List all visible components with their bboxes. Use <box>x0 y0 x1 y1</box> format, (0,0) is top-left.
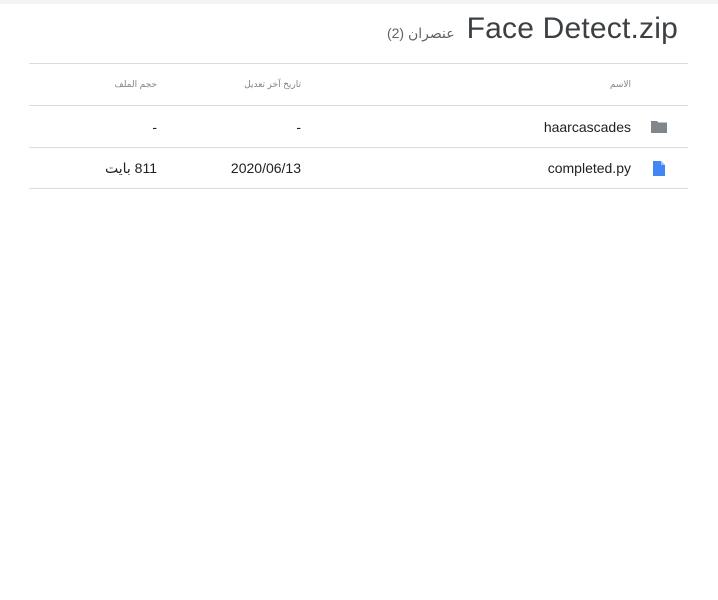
archive-title: Face Detect.zip <box>466 12 678 45</box>
row-size: - <box>152 118 157 135</box>
column-header-name[interactable]: الاسم <box>610 64 631 105</box>
row-modified: 2020/06/13 <box>230 160 301 176</box>
file-icon <box>649 148 669 188</box>
column-header-size[interactable]: حجم الملف <box>114 64 157 105</box>
table-header-row: الاسم تاريخ آخر تعديل حجم الملف <box>29 63 688 105</box>
folder-icon <box>649 106 669 147</box>
row-modified: - <box>296 118 301 135</box>
row-name[interactable]: haarcascades <box>544 106 631 147</box>
column-header-modified[interactable]: تاريخ آخر تعديل <box>244 64 301 105</box>
row-name[interactable]: completed.py <box>548 148 631 188</box>
row-size: 811 بايت <box>104 159 157 176</box>
item-count: عنصران (2) <box>386 25 455 41</box>
archive-header: Face Detect.zip عنصران (2) <box>387 12 678 52</box>
top-bar <box>0 0 718 4</box>
file-table: الاسم تاريخ آخر تعديل حجم الملف haarcasc… <box>29 63 688 189</box>
table-row[interactable]: completed.py 2020/06/13 811 بايت <box>29 147 688 189</box>
table-row[interactable]: haarcascades - - <box>29 105 688 147</box>
